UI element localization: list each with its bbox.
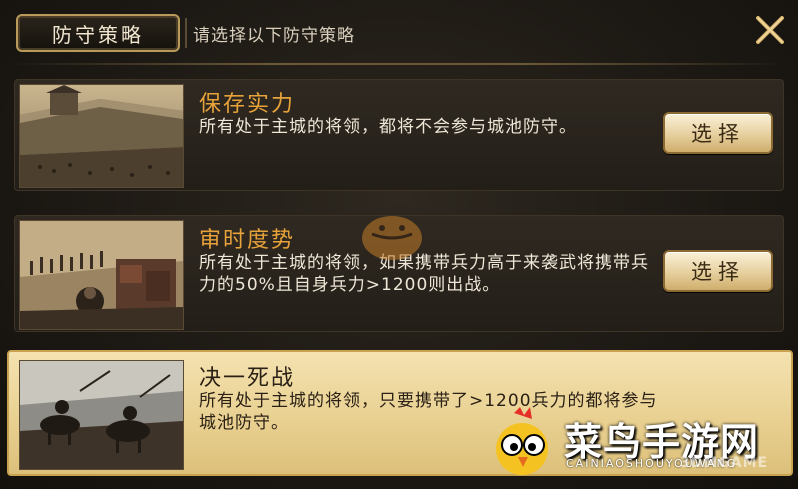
header-hint: 请选择以下防守策略 xyxy=(193,26,355,46)
close-icon xyxy=(756,16,784,44)
panel-title: 防守策略 xyxy=(52,22,144,47)
header-divider xyxy=(12,63,786,65)
chicken-mascot-icon xyxy=(496,407,548,475)
cavalry-battle-image xyxy=(19,360,184,470)
header-separator xyxy=(185,18,187,48)
site-watermark: 菜鸟手游网 CAINIAOSHOUYOUWANG 3DMGAME xyxy=(480,405,790,485)
option-title: 决一死战 xyxy=(199,366,296,391)
army-march-image xyxy=(19,220,184,330)
option-title: 保存实力 xyxy=(199,92,296,117)
option-title: 审时度势 xyxy=(199,228,296,253)
panel-title-tab: 防守策略 xyxy=(16,14,180,52)
defense-strategy-panel: 防守策略 请选择以下防守策略 保存实力 所有处于主城的将领，都将不会参与城池防守… xyxy=(0,0,798,489)
fortress-image xyxy=(19,84,184,188)
strategy-option-preserve[interactable]: 保存实力 所有处于主城的将领，都将不会参与城池防守。 选择 xyxy=(14,79,784,191)
close-button[interactable] xyxy=(752,12,788,48)
select-button[interactable]: 选择 xyxy=(663,112,773,154)
option-description: 所有处于主城的将领，都将不会参与城池防守。 xyxy=(199,117,577,137)
select-button[interactable]: 选择 xyxy=(663,250,773,292)
site-mascot-faint-icon xyxy=(362,216,422,260)
watermark-3dm: 3DMGAME xyxy=(680,455,769,471)
